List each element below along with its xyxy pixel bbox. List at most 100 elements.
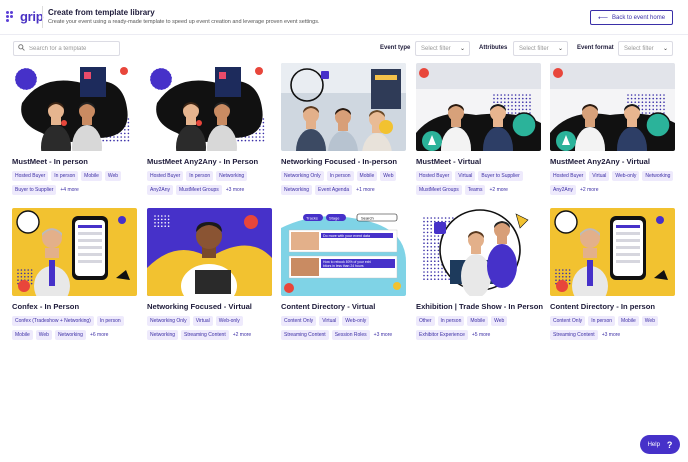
template-card[interactable]: MustMeet - In person Hosted Buyer In perso… — [12, 63, 137, 195]
template-card[interactable]: Networking Focused - Virtual Networking O… — [147, 208, 272, 340]
back-to-event-home-button[interactable]: ⟵ Back to event home — [590, 10, 673, 25]
template-tag: Confex (Tradeshow + Networking) — [12, 316, 94, 326]
event-type-select[interactable]: Select filter ⌄ — [415, 41, 470, 56]
template-tag: Networking — [147, 330, 179, 340]
template-card[interactable]: Networking Focused - In-person Networking… — [281, 63, 406, 195]
chevron-down-icon: ⌄ — [557, 46, 563, 52]
template-title[interactable]: Networking Focused - In-person — [281, 157, 406, 166]
more-tags-link[interactable]: +6 more — [89, 330, 109, 340]
template-title[interactable]: MustMeet - In person — [12, 157, 137, 166]
template-thumbnail[interactable] — [416, 63, 541, 151]
template-tag: Buyer to Supplier — [12, 185, 57, 195]
event-format-label: Event format — [577, 45, 614, 51]
template-card[interactable]: MustMeet - Virtual Hosted Buyer Virtual Buy… — [416, 63, 541, 195]
template-thumbnail[interactable] — [147, 208, 272, 296]
template-title[interactable]: MustMeet Any2Any - In Person — [147, 157, 272, 166]
template-tag: Virtual — [589, 171, 610, 181]
template-title[interactable]: Confex - In Person — [12, 302, 137, 311]
more-tags-link[interactable]: +1 more — [355, 185, 375, 195]
template-card[interactable]: Content Directory - In person Content Onl… — [550, 208, 675, 340]
template-tag: Content Only — [281, 316, 317, 326]
template-tag: Web — [104, 171, 122, 181]
template-tag: Web — [35, 330, 52, 340]
more-tags-link[interactable]: +2 more — [488, 185, 508, 195]
template-tag: Streaming Content — [181, 330, 229, 340]
svg-text:Stage: Stage — [329, 215, 340, 220]
search-input[interactable] — [29, 45, 114, 52]
template-tag: In person — [51, 171, 79, 181]
chevron-down-icon: ⌄ — [459, 46, 465, 52]
template-search[interactable] — [13, 41, 120, 56]
template-tag: Streaming Content — [550, 330, 598, 340]
template-tags: Other In person Mobile Web Exhibitor Experie… — [416, 316, 541, 340]
template-thumbnail[interactable]: Tracks Stage Search Do more with your ev… — [281, 208, 406, 296]
template-card[interactable]: Tracks Stage Search Do more with your ev… — [281, 208, 406, 340]
template-tag: MustMeet Groups — [176, 185, 222, 195]
template-title[interactable]: Content Directory - In person — [550, 302, 675, 311]
logo-text: grip — [20, 9, 44, 24]
template-tag: Web-only — [215, 316, 243, 326]
template-tag: Hosted Buyer — [416, 171, 453, 181]
template-thumbnail[interactable] — [147, 63, 272, 151]
event-type-value: Select filter — [421, 45, 451, 52]
template-tag: Buyer to Supplier — [478, 171, 523, 181]
template-tags: Content Only Virtual Web-only Streaming Con… — [281, 316, 406, 340]
template-thumbnail[interactable] — [12, 63, 137, 151]
attributes-label: Attributes — [479, 45, 508, 51]
template-title[interactable]: MustMeet - Virtual — [416, 157, 541, 166]
template-tag: Web — [380, 171, 397, 181]
template-thumbnail[interactable] — [12, 208, 137, 296]
help-button[interactable]: Help ? — [640, 435, 680, 454]
template-tag: In person — [437, 316, 465, 326]
page-header: grip Create from template library Create… — [0, 0, 688, 35]
svg-text:Search: Search — [361, 215, 374, 220]
event-type-label: Event type — [380, 45, 411, 51]
svg-text:bitors in less than 24 hours: bitors in less than 24 hours — [323, 264, 364, 268]
template-tags: Content Only In person Mobile Web Streaming … — [550, 316, 675, 340]
template-card[interactable]: Exhibition | Trade Show - In Person Other… — [416, 208, 543, 340]
more-tags-link[interactable]: +3 more — [601, 330, 621, 340]
more-tags-link[interactable]: +2 more — [232, 330, 252, 340]
more-tags-link[interactable]: +5 more — [471, 330, 491, 340]
template-tag: Mobile — [467, 316, 489, 326]
more-tags-link[interactable]: +3 more — [373, 330, 393, 340]
template-title[interactable]: MustMeet Any2Any - Virtual — [550, 157, 675, 166]
attributes-select[interactable]: Select filter ⌄ — [513, 41, 568, 56]
template-title[interactable]: Content Directory - Virtual — [281, 302, 406, 311]
template-title[interactable]: Exhibition | Trade Show - In Person — [416, 302, 543, 311]
back-button-label: Back to event home — [612, 14, 666, 21]
template-title[interactable]: Networking Focused - Virtual — [147, 302, 272, 311]
template-tags: Networking Only In person Mobile Web Network… — [281, 171, 406, 195]
template-tags: Hosted Buyer Virtual Web-only Networking Any… — [550, 171, 675, 195]
svg-text:Do more with your event data: Do more with your event data — [323, 234, 370, 238]
more-tags-link[interactable]: +3 more — [225, 185, 245, 195]
template-tag: Virtual — [455, 171, 476, 181]
template-tag: Any2Any — [147, 185, 174, 195]
template-card[interactable]: MustMeet Any2Any - In Person Hosted Buyer… — [147, 63, 272, 195]
template-thumbnail[interactable] — [281, 63, 406, 151]
template-card[interactable]: MustMeet Any2Any - Virtual Hosted Buyer Vi… — [550, 63, 675, 195]
template-tag: Virtual — [319, 316, 340, 326]
grip-logo[interactable]: grip — [6, 9, 44, 24]
template-thumbnail[interactable] — [550, 208, 675, 296]
template-tag: Mobile — [618, 316, 639, 326]
event-format-select[interactable]: Select filter ⌄ — [618, 41, 673, 56]
template-tag: Event Agenda — [315, 185, 353, 195]
template-tag: Hosted Buyer — [147, 171, 184, 181]
chevron-down-icon: ⌄ — [662, 46, 668, 52]
help-label: Help — [647, 441, 660, 448]
arrow-left-icon: ⟵ — [597, 14, 608, 22]
template-tags: Hosted Buyer In person Networking Any2Any Mu… — [147, 171, 272, 195]
event-format-value: Select filter — [624, 45, 654, 52]
more-tags-link[interactable]: +4 more — [59, 185, 79, 195]
template-tag: Session Roles — [331, 330, 370, 340]
template-tag: Hosted Buyer — [550, 171, 587, 181]
template-thumbnail[interactable] — [416, 208, 541, 296]
template-tag: Hosted Buyer — [12, 171, 49, 181]
more-tags-link[interactable]: +2 more — [579, 185, 599, 195]
template-card[interactable]: Confex - In Person Confex (Tradeshow + Ne… — [12, 208, 137, 340]
template-tag: Other — [416, 316, 435, 326]
template-thumbnail[interactable] — [550, 63, 675, 151]
template-tag: Web — [641, 316, 658, 326]
template-tag: Networking Only — [147, 316, 190, 326]
